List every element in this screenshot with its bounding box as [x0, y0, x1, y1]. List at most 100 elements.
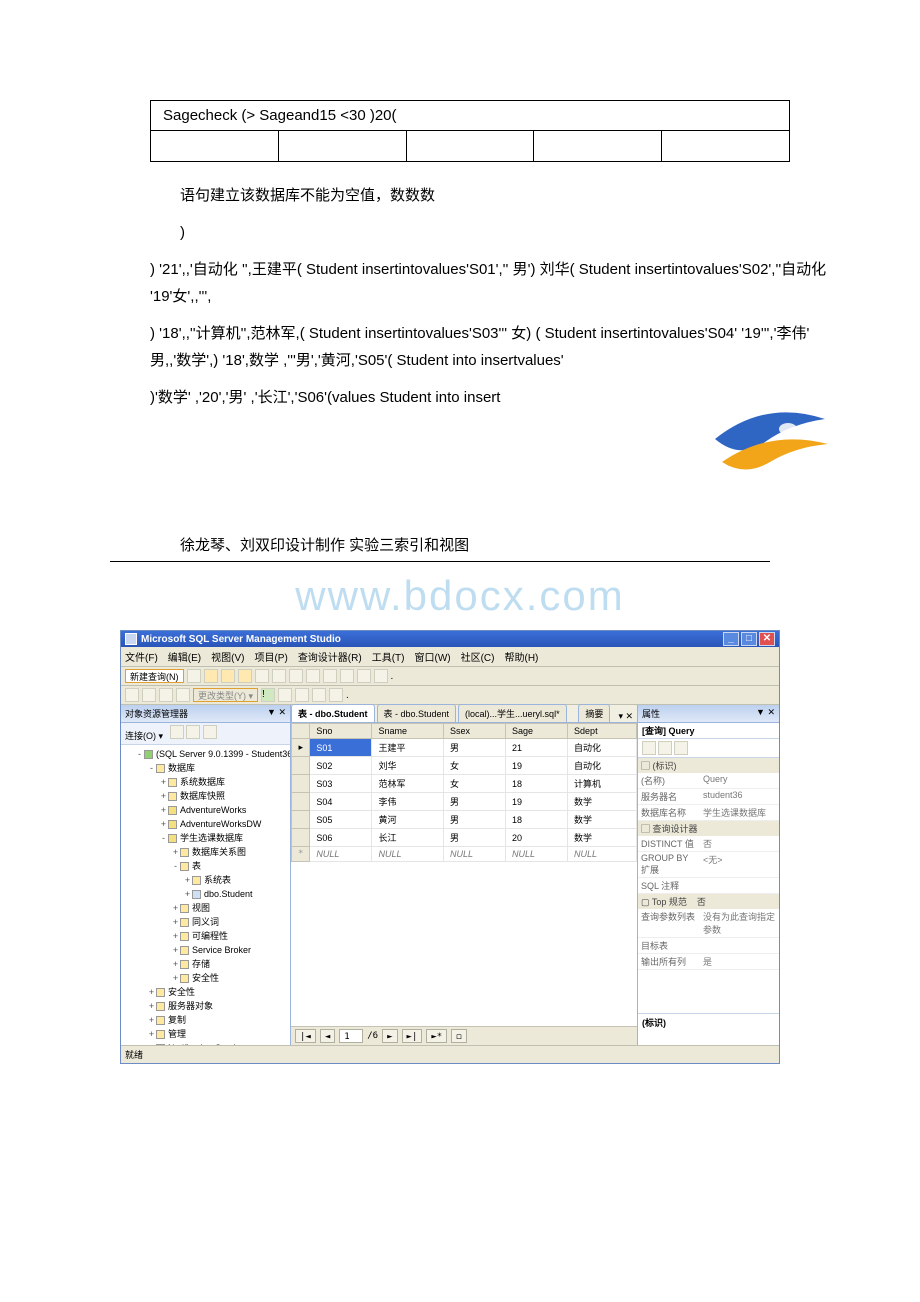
tree-server[interactable]: (SQL Server 9.0.1399 - Student36\Admin): [156, 749, 291, 759]
col-sno[interactable]: Sno: [310, 724, 372, 739]
menu-window[interactable]: 窗口(W): [414, 649, 450, 664]
cell[interactable]: 女: [443, 775, 505, 793]
col-sage[interactable]: Sage: [506, 724, 568, 739]
tree-programmability[interactable]: 可编程性: [192, 931, 228, 941]
menu-file[interactable]: 文件(F): [125, 649, 158, 664]
prop-value[interactable]: Query: [700, 773, 779, 788]
toolbar-icon[interactable]: [295, 688, 309, 702]
menu-query-designer[interactable]: 查询设计器(R): [298, 649, 362, 664]
null-cell[interactable]: NULL: [372, 847, 444, 862]
prop-group-querydesigner[interactable]: ▢ 查询设计器: [638, 821, 779, 836]
criteria-pane-icon[interactable]: [142, 688, 156, 702]
nav-new-icon[interactable]: ►*: [426, 1029, 447, 1043]
toolbar-icon[interactable]: [357, 669, 371, 683]
cell[interactable]: 21: [506, 739, 568, 757]
tab-table-student[interactable]: 表 - dbo.Student: [377, 704, 457, 722]
cell[interactable]: 20: [506, 829, 568, 847]
cell[interactable]: 女: [443, 757, 505, 775]
connect-button[interactable]: 连接(O) ▾: [125, 731, 163, 741]
new-query-button[interactable]: 新建查询(N): [125, 669, 184, 683]
menu-help[interactable]: 帮助(H): [504, 649, 538, 664]
properties-object-selector[interactable]: [查询] Query: [638, 723, 779, 739]
null-cell[interactable]: NULL: [310, 847, 372, 862]
prop-value[interactable]: [700, 938, 779, 953]
tree-servicebroker[interactable]: Service Broker: [192, 945, 251, 955]
toolbar-icon[interactable]: [340, 669, 354, 683]
prop-value[interactable]: 学生选课数据库: [700, 805, 779, 820]
null-cell[interactable]: NULL: [443, 847, 505, 862]
toolbar-icon[interactable]: [238, 669, 252, 683]
null-cell[interactable]: NULL: [506, 847, 568, 862]
cell[interactable]: 刘华: [372, 757, 444, 775]
cell[interactable]: S05: [310, 811, 372, 829]
cell[interactable]: 李伟: [372, 793, 444, 811]
cell[interactable]: S02: [310, 757, 372, 775]
cell[interactable]: 自动化: [568, 757, 637, 775]
tree-mydb[interactable]: 学生选课数据库: [180, 833, 243, 843]
properties-grid[interactable]: ▢ (标识) (名称)Query 服务器名student36 数据库名称学生选课…: [638, 758, 779, 1013]
toolbar-icon[interactable]: [374, 669, 388, 683]
tab-query-sql[interactable]: (local)...学生...ueryl.sql*: [458, 704, 567, 722]
tree-systables[interactable]: 系统表: [204, 875, 231, 885]
cell[interactable]: 自动化: [568, 739, 637, 757]
oe-toolbar-icon[interactable]: [186, 725, 200, 739]
col-ssex[interactable]: Ssex: [443, 724, 505, 739]
menu-project[interactable]: 项目(P): [254, 649, 287, 664]
change-type-button[interactable]: 更改类型(Y) ▾: [193, 688, 258, 702]
window-titlebar[interactable]: Microsoft SQL Server Management Studio _…: [121, 631, 779, 647]
close-button[interactable]: ✕: [759, 632, 775, 646]
tree-sysdb[interactable]: 系统数据库: [180, 777, 225, 787]
properties-title[interactable]: 属性 ▼ ✕: [638, 705, 779, 723]
execute-icon[interactable]: !: [261, 688, 275, 702]
row-indicator[interactable]: ▸: [292, 739, 310, 757]
menu-view[interactable]: 视图(V): [211, 649, 244, 664]
cell[interactable]: S06: [310, 829, 372, 847]
tree-tables[interactable]: 表: [192, 861, 201, 871]
tree-management[interactable]: 管理: [168, 1029, 186, 1039]
tree-security[interactable]: 安全性: [168, 987, 195, 997]
cell[interactable]: S01: [310, 739, 372, 757]
tree-table-student[interactable]: dbo.Student: [204, 889, 253, 899]
row-indicator[interactable]: [292, 775, 310, 793]
panel-menu-icon[interactable]: ▼ ✕: [756, 707, 775, 720]
cell[interactable]: S04: [310, 793, 372, 811]
null-cell[interactable]: NULL: [568, 847, 637, 862]
cell[interactable]: 黄河: [372, 811, 444, 829]
prop-group-top[interactable]: ▢ Top 规范 否: [638, 894, 779, 909]
toolbar-icon[interactable]: [221, 669, 235, 683]
prop-value[interactable]: 没有为此查询指定参数: [700, 909, 779, 937]
nav-first-icon[interactable]: |◄: [295, 1029, 316, 1043]
tab-summary[interactable]: 摘要: [578, 704, 610, 722]
tree-snapshots[interactable]: 数据库快照: [180, 791, 225, 801]
col-sdept[interactable]: Sdept: [568, 724, 637, 739]
object-explorer-title[interactable]: 对象资源管理器 ▼ ✕: [121, 705, 290, 723]
minimize-button[interactable]: _: [723, 632, 739, 646]
tree-diagram[interactable]: 数据库关系图: [192, 847, 246, 857]
cell[interactable]: 19: [506, 757, 568, 775]
cell[interactable]: 男: [443, 739, 505, 757]
toolbar-icon[interactable]: [255, 669, 269, 683]
verify-sql-icon[interactable]: [278, 688, 292, 702]
row-indicator[interactable]: [292, 829, 310, 847]
cell[interactable]: 19: [506, 793, 568, 811]
col-sname[interactable]: Sname: [372, 724, 444, 739]
tree-views[interactable]: 视图: [192, 903, 210, 913]
nav-next-icon[interactable]: ►: [382, 1029, 397, 1043]
row-indicator[interactable]: [292, 793, 310, 811]
refresh-icon[interactable]: [203, 725, 217, 739]
cell[interactable]: 男: [443, 811, 505, 829]
toolbar-icon[interactable]: [187, 669, 201, 683]
new-row-indicator[interactable]: *: [292, 847, 310, 862]
menu-community[interactable]: 社区(C): [461, 649, 495, 664]
menu-edit[interactable]: 编辑(E): [168, 649, 201, 664]
maximize-button[interactable]: □: [741, 632, 757, 646]
nav-stop-icon[interactable]: ◻: [451, 1029, 466, 1043]
tree-synonyms[interactable]: 同义词: [192, 917, 219, 927]
nav-prev-icon[interactable]: ◄: [320, 1029, 335, 1043]
prop-value[interactable]: [700, 878, 779, 893]
tab-table-student-active[interactable]: 表 - dbo.Student: [291, 704, 375, 722]
nav-position-input[interactable]: 1: [339, 1029, 363, 1043]
cell[interactable]: 18: [506, 811, 568, 829]
cell[interactable]: 范林军: [372, 775, 444, 793]
prop-group-identity[interactable]: ▢ (标识): [638, 758, 779, 773]
